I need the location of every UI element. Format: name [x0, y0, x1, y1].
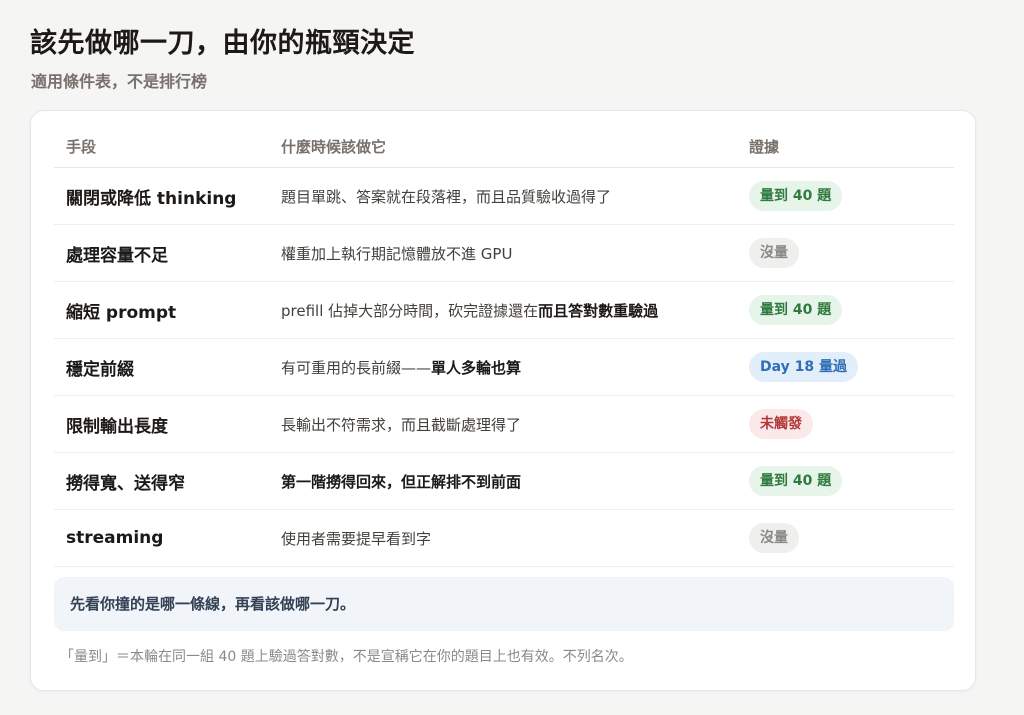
table-row: streaming 使用者需要提早看到字 沒量	[54, 509, 954, 567]
technique-cell: 處理容量不足	[54, 224, 269, 282]
evidence-badge: 沒量	[749, 523, 799, 553]
evidence-badge: Day 18 量過	[749, 352, 858, 382]
evidence-badge: 沒量	[749, 238, 799, 268]
evidence-cell: 沒量	[737, 509, 954, 567]
evidence-badge: 量到 40 題	[749, 181, 843, 211]
when-text: 權重加上執行期記憶體放不進 GPU	[281, 244, 513, 263]
when-text: 長輸出不符需求，而且截斷處理得了	[281, 415, 522, 434]
when-cell: 使用者需要提早看到字	[269, 509, 737, 567]
when-text: prefill 佔掉大部分時間，砍完證據還在	[281, 301, 539, 320]
evidence-badge: 未觸發	[749, 409, 813, 439]
table-header-row: 手段 什麼時候該做它 證據	[54, 125, 954, 168]
when-text: 有可重用的長前綴——	[281, 358, 432, 377]
when-cell: 第一階撈得回來，但正解排不到前面	[269, 452, 737, 510]
evidence-cell: 量到 40 題	[737, 167, 954, 225]
technique-cell: streaming	[54, 509, 269, 567]
when-cell: prefill 佔掉大部分時間，砍完證據還在而且答對數重驗過	[269, 281, 737, 339]
evidence-cell: Day 18 量過	[737, 338, 954, 396]
technique-cell: 縮短 prompt	[54, 281, 269, 339]
page-title: 該先做哪一刀，由你的瓶頸決定	[30, 28, 415, 59]
evidence-cell: 量到 40 題	[737, 452, 954, 510]
table-row: 撈得寬、送得窄 第一階撈得回來，但正解排不到前面 量到 40 題	[54, 452, 954, 510]
table-row: 關閉或降低 thinking 題目單跳、答案就在段落裡，而且品質驗收過得了 量到…	[54, 167, 954, 225]
technique-cell: 穩定前綴	[54, 338, 269, 396]
when-text: 題目單跳、答案就在段落裡，而且品質驗收過得了	[281, 187, 612, 206]
table-row: 處理容量不足 權重加上執行期記憶體放不進 GPU 沒量	[54, 224, 954, 282]
conditions-table: 手段 什麼時候該做它 證據 關閉或降低 thinking 題目單跳、答案就在段落…	[54, 125, 954, 567]
evidence-cell: 量到 40 題	[737, 281, 954, 339]
page-subtitle: 適用條件表，不是排行榜	[31, 72, 208, 91]
when-cell: 題目單跳、答案就在段落裡，而且品質驗收過得了	[269, 167, 737, 225]
conditions-card: 手段 什麼時候該做它 證據 關閉或降低 thinking 題目單跳、答案就在段落…	[30, 110, 976, 691]
when-text: 使用者需要提早看到字	[281, 529, 432, 548]
column-header-evidence: 證據	[737, 125, 954, 168]
when-emphasis: 第一階撈得回來，但正解排不到前面	[281, 472, 522, 491]
table-row: 縮短 prompt prefill 佔掉大部分時間，砍完證據還在而且答對數重驗過…	[54, 281, 954, 339]
when-emphasis: 而且答對數重驗過	[538, 301, 659, 320]
when-cell: 權重加上執行期記憶體放不進 GPU	[269, 224, 737, 282]
table-row: 穩定前綴 有可重用的長前綴——單人多輪也算 Day 18 量過	[54, 338, 954, 396]
evidence-cell: 未觸發	[737, 395, 954, 453]
footnote: 「量到」＝本輪在同一組 40 題上驗過答對數，不是宣稱它在你的題目上也有效。不列…	[60, 649, 633, 665]
column-header-when: 什麼時候該做它	[269, 125, 737, 168]
column-header-technique: 手段	[54, 125, 269, 168]
when-cell: 長輸出不符需求，而且截斷處理得了	[269, 395, 737, 453]
evidence-badge: 量到 40 題	[749, 466, 843, 496]
technique-cell: 關閉或降低 thinking	[54, 167, 269, 225]
evidence-badge: 量到 40 題	[749, 295, 843, 325]
evidence-cell: 沒量	[737, 224, 954, 282]
table-row: 限制輸出長度 長輸出不符需求，而且截斷處理得了 未觸發	[54, 395, 954, 453]
technique-cell: 限制輸出長度	[54, 395, 269, 453]
callout-box: 先看你撞的是哪一條線，再看該做哪一刀。	[54, 577, 954, 631]
when-cell: 有可重用的長前綴——單人多輪也算	[269, 338, 737, 396]
technique-cell: 撈得寬、送得窄	[54, 452, 269, 510]
when-emphasis: 單人多輪也算	[431, 358, 522, 377]
